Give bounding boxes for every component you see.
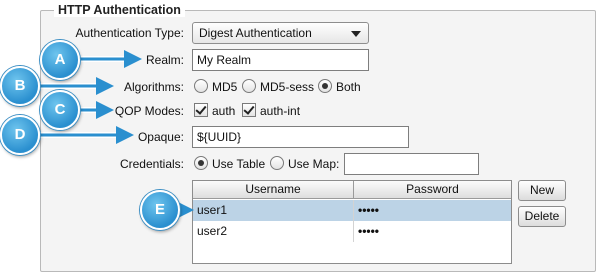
callout-c-badge: C [40, 90, 80, 130]
callout-b-badge: B [0, 66, 40, 106]
callout-a-badge: A [40, 40, 80, 80]
callout-arrows [30, 50, 194, 219]
callout-d-badge: D [0, 115, 40, 155]
callout-e-badge: E [140, 190, 180, 230]
